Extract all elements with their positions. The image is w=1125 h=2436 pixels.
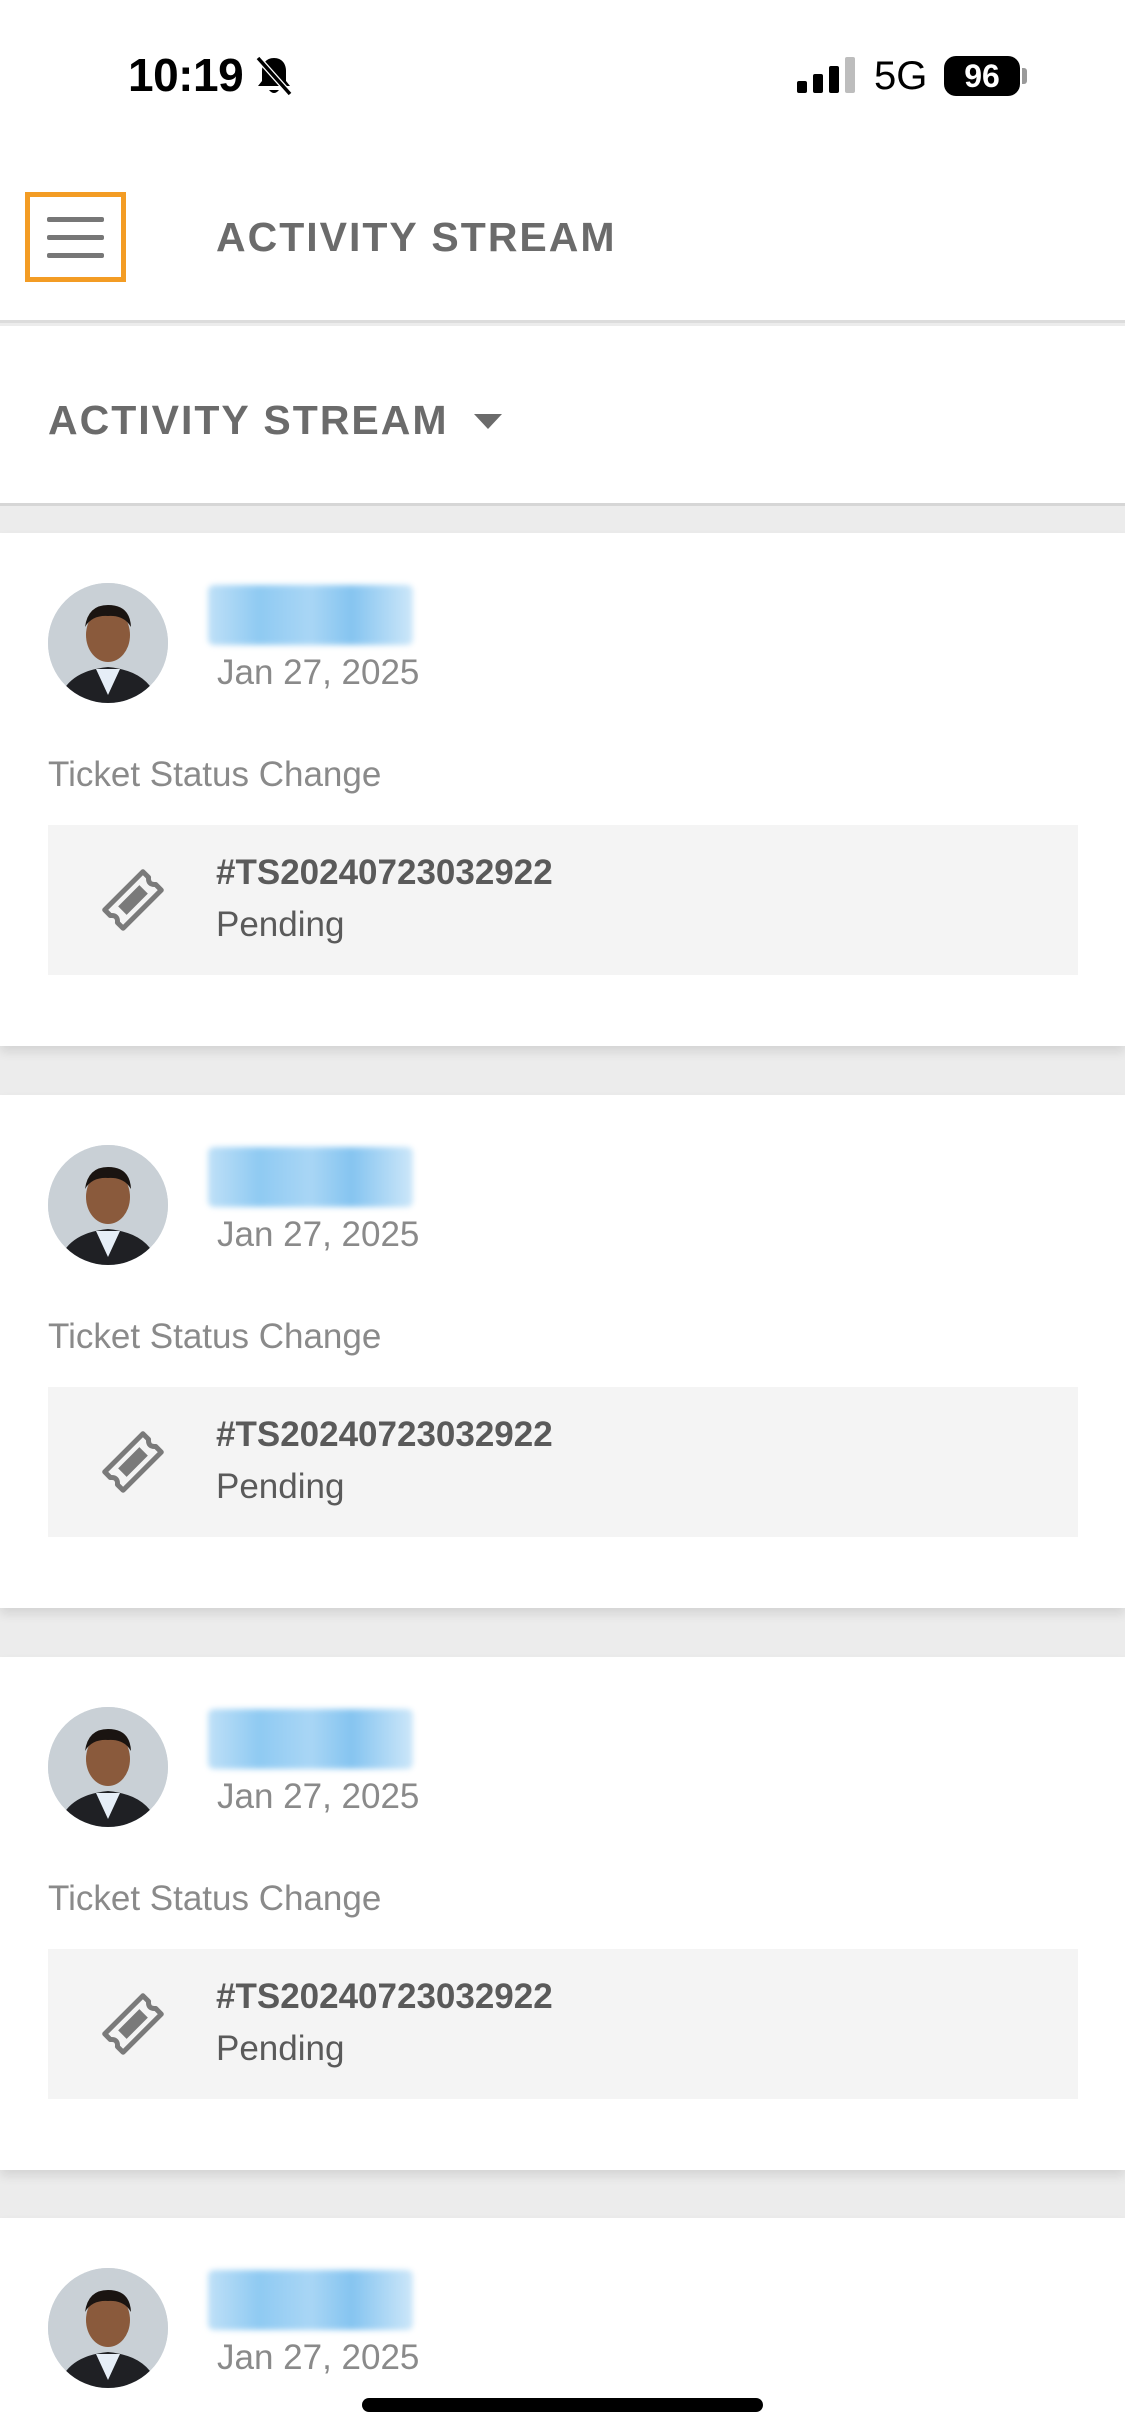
ticket-icon bbox=[102, 1993, 164, 2055]
ticket-status: Pending bbox=[216, 905, 345, 944]
avatar bbox=[48, 1707, 168, 1827]
user-name-redacted bbox=[208, 585, 413, 645]
app-header: ACTIVITY STREAM bbox=[0, 150, 1125, 323]
hamburger-menu-icon[interactable] bbox=[25, 192, 126, 282]
user-name-redacted bbox=[208, 1709, 413, 1769]
signal-icon bbox=[797, 57, 855, 93]
ticket-id: #TS20240723032922 bbox=[216, 1977, 553, 2016]
ticket-id: #TS20240723032922 bbox=[216, 853, 553, 892]
avatar bbox=[48, 583, 168, 703]
activity-card[interactable]: Jan 27, 2025 Ticket Status Change #TS202… bbox=[0, 1095, 1125, 1608]
activity-card[interactable]: Jan 27, 2025 Ticket Status Change #TS202… bbox=[0, 533, 1125, 1046]
ticket-summary[interactable]: #TS20240723032922 Pending bbox=[48, 1949, 1078, 2099]
avatar-image bbox=[48, 1707, 168, 1827]
caret-down-icon[interactable] bbox=[474, 414, 502, 429]
avatar-image bbox=[48, 2268, 168, 2388]
ticket-summary[interactable]: #TS20240723032922 Pending bbox=[48, 825, 1078, 975]
activity-card[interactable]: Jan 27, 2025 Ticket Status Change #TS202… bbox=[0, 1657, 1125, 2170]
activity-type: Ticket Status Change bbox=[48, 1879, 382, 1918]
user-name-redacted bbox=[208, 1147, 413, 1207]
avatar bbox=[48, 1145, 168, 1265]
ticket-status: Pending bbox=[216, 2029, 345, 2068]
page-title: ACTIVITY STREAM bbox=[216, 214, 617, 260]
activity-date: Jan 27, 2025 bbox=[217, 2338, 420, 2377]
ticket-icon bbox=[102, 869, 164, 931]
activity-date: Jan 27, 2025 bbox=[217, 1777, 420, 1816]
avatar-image bbox=[48, 583, 168, 703]
bell-slash-icon bbox=[255, 56, 293, 96]
battery-icon: 96 bbox=[944, 56, 1020, 96]
network-type: 5G bbox=[874, 54, 928, 98]
ticket-icon bbox=[102, 1431, 164, 1493]
home-indicator[interactable] bbox=[362, 2398, 763, 2412]
avatar bbox=[48, 2268, 168, 2388]
user-name-redacted bbox=[208, 2270, 413, 2330]
ticket-status: Pending bbox=[216, 1467, 345, 1506]
avatar-image bbox=[48, 1145, 168, 1265]
ticket-summary[interactable]: #TS20240723032922 Pending bbox=[48, 1387, 1078, 1537]
status-time: 10:19 bbox=[128, 49, 244, 101]
menu-line bbox=[47, 235, 104, 240]
activity-type: Ticket Status Change bbox=[48, 755, 382, 794]
screen: 10:19 5G 96 ACTIVITY STREAM ACTIVITY STR… bbox=[0, 0, 1125, 2436]
menu-line bbox=[47, 217, 104, 222]
activity-filter-dropdown[interactable]: ACTIVITY STREAM bbox=[48, 397, 449, 444]
activity-filter-bar: ACTIVITY STREAM bbox=[0, 326, 1125, 506]
menu-line bbox=[47, 253, 104, 258]
activity-date: Jan 27, 2025 bbox=[217, 1215, 420, 1254]
battery-nub bbox=[1022, 68, 1027, 84]
activity-type: Ticket Status Change bbox=[48, 1317, 382, 1356]
activity-date: Jan 27, 2025 bbox=[217, 653, 420, 692]
status-bar: 10:19 5G 96 bbox=[0, 0, 1125, 150]
ticket-id: #TS20240723032922 bbox=[216, 1415, 553, 1454]
